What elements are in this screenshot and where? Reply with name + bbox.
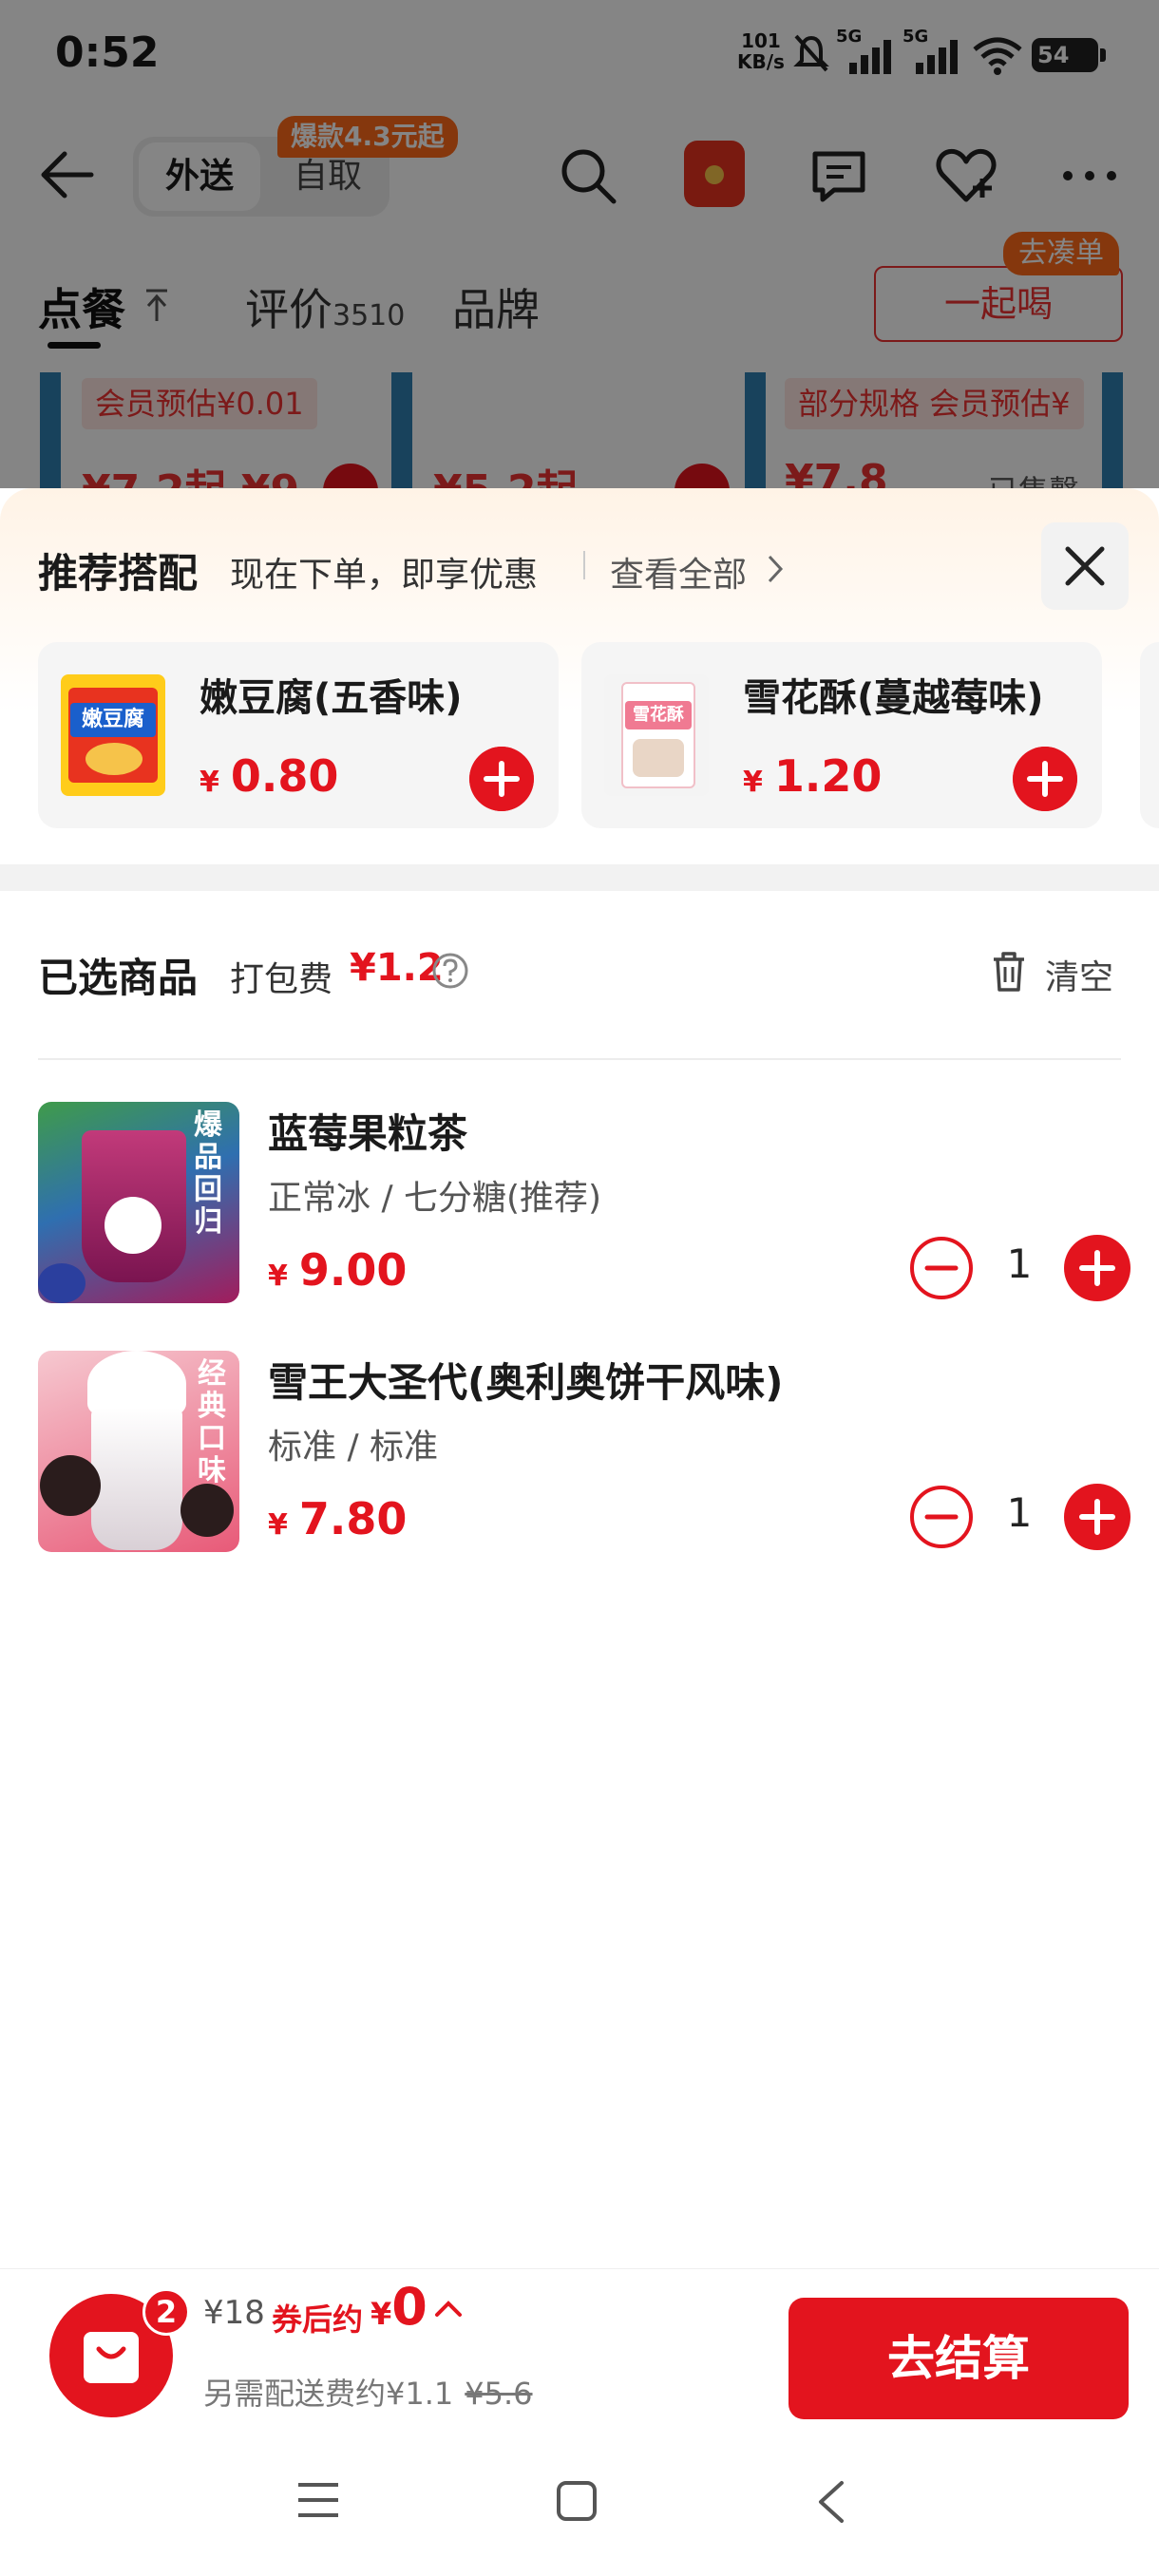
after-coupon-label: 券后约 (272, 2301, 364, 2338)
delivery-fee-note: 另需配送费约¥1.1 ¥5.6 (203, 2370, 533, 2414)
delivery-fee-text: 另需配送费约¥1.1 (203, 2376, 454, 2412)
increase-quantity-icon[interactable] (1064, 1484, 1130, 1550)
home-icon[interactable] (555, 2479, 598, 2523)
original-total: ¥18 (203, 2294, 265, 2332)
after-coupon-total[interactable]: ¥0 (370, 2277, 428, 2337)
cart-item-name: 雪王大圣代(奥利奥饼干风味) (268, 1359, 784, 1406)
price-value: 0.80 (230, 750, 339, 802)
selected-title: 已选商品 (38, 955, 199, 1001)
recommend-card-partial[interactable] (1140, 642, 1159, 828)
decrease-quantity-icon[interactable] (908, 1235, 975, 1301)
cart-count-badge: 2 (142, 2288, 190, 2336)
cart-item: 经典口味 雪王大圣代(奥利奥饼干风味) 标准 / 标准 ¥7.80 1 (0, 1351, 1159, 1560)
currency-symbol: ¥ (200, 766, 219, 799)
cart-item-price: ¥9.00 (268, 1244, 407, 1296)
quantity-value: 1 (1006, 1241, 1033, 1287)
add-plus-icon[interactable] (1013, 747, 1077, 811)
decrease-quantity-icon[interactable] (908, 1484, 975, 1550)
cart-item-name: 蓝莓果粒茶 (268, 1110, 468, 1157)
thumb-label: 雪花酥 (625, 701, 692, 729)
section-separator (0, 864, 1159, 891)
divider (583, 551, 585, 579)
packing-fee-label: 打包费 (230, 960, 333, 999)
product-thumb: 雪花酥 (604, 674, 709, 796)
checkout-button[interactable]: 去结算 (788, 2298, 1129, 2419)
trash-icon[interactable] (988, 948, 1030, 994)
system-navigation-bar (0, 2430, 1159, 2576)
recommended-combos: 推荐搭配 现在下单，即享优惠 查看全部 嫩豆腐 嫩豆腐(五香味) ¥0.80 雪… (0, 488, 1159, 864)
recommend-card[interactable]: 雪花酥 雪花酥(蔓越莓味) ¥1.20 (581, 642, 1102, 828)
clear-cart-button[interactable]: 清空 (1045, 950, 1113, 999)
image-caption: 经典口味 (198, 1357, 226, 1487)
close-button[interactable] (1041, 522, 1129, 610)
increase-quantity-icon[interactable] (1064, 1235, 1130, 1301)
menu-icon[interactable] (294, 2479, 342, 2521)
quantity-value: 1 (1006, 1489, 1033, 1536)
currency-symbol: ¥ (268, 1508, 288, 1542)
currency-symbol: ¥ (268, 1260, 288, 1293)
thumb-label: 嫩豆腐 (70, 703, 156, 737)
recommend-item-name: 雪花酥(蔓越莓味) (743, 676, 1044, 720)
packing-fee-value: ¥1.2 (350, 946, 444, 990)
price-value: 9.00 (298, 1244, 408, 1296)
product-image: 经典口味 (38, 1351, 239, 1552)
help-icon[interactable] (431, 952, 469, 990)
cart-item: 爆品回归 蓝莓果粒茶 正常冰 / 七分糖(推荐) ¥9.00 1 (0, 1102, 1159, 1311)
recommend-item-price: ¥0.80 (200, 750, 338, 802)
chevron-up-icon[interactable] (433, 2298, 464, 2320)
cart-item-price: ¥7.80 (268, 1493, 407, 1544)
currency-symbol: ¥ (743, 766, 763, 799)
price-value: 1.20 (773, 750, 883, 802)
cart-sheet: 推荐搭配 现在下单，即享优惠 查看全部 嫩豆腐 嫩豆腐(五香味) ¥0.80 雪… (0, 488, 1159, 2576)
recommend-title: 推荐搭配 (38, 550, 199, 597)
recommend-card[interactable]: 嫩豆腐 嫩豆腐(五香味) ¥0.80 (38, 642, 559, 828)
recommend-subtitle: 现在下单，即享优惠 (230, 556, 539, 595)
currency-symbol: ¥ (370, 2296, 392, 2332)
checkout-bar: 2 ¥18 券后约 ¥0 另需配送费约¥1.1 ¥5.6 去结算 (0, 2268, 1159, 2430)
divider-line (38, 1058, 1121, 1060)
total-value: 0 (391, 2277, 428, 2337)
selected-items-header: 已选商品 打包费 ¥1.2 清空 (0, 935, 1159, 1011)
back-icon[interactable] (813, 2479, 847, 2525)
price-value: 7.80 (298, 1493, 408, 1544)
view-all-link[interactable]: 查看全部 (610, 547, 747, 597)
image-caption: 爆品回归 (194, 1108, 222, 1239)
product-thumb: 嫩豆腐 (61, 674, 165, 796)
cart-item-spec[interactable]: 正常冰 / 七分糖(推荐) (268, 1170, 601, 1220)
modal-backdrop[interactable] (0, 0, 1159, 488)
recommend-item-name: 嫩豆腐(五香味) (200, 676, 463, 720)
add-plus-icon[interactable] (469, 747, 534, 811)
product-image: 爆品回归 (38, 1102, 239, 1303)
chevron-right-icon (768, 555, 784, 583)
close-icon (1065, 546, 1105, 586)
cart-item-spec[interactable]: 标准 / 标准 (268, 1419, 438, 1468)
delivery-fee-original: ¥5.6 (465, 2376, 533, 2412)
recommend-item-price: ¥1.20 (743, 750, 882, 802)
